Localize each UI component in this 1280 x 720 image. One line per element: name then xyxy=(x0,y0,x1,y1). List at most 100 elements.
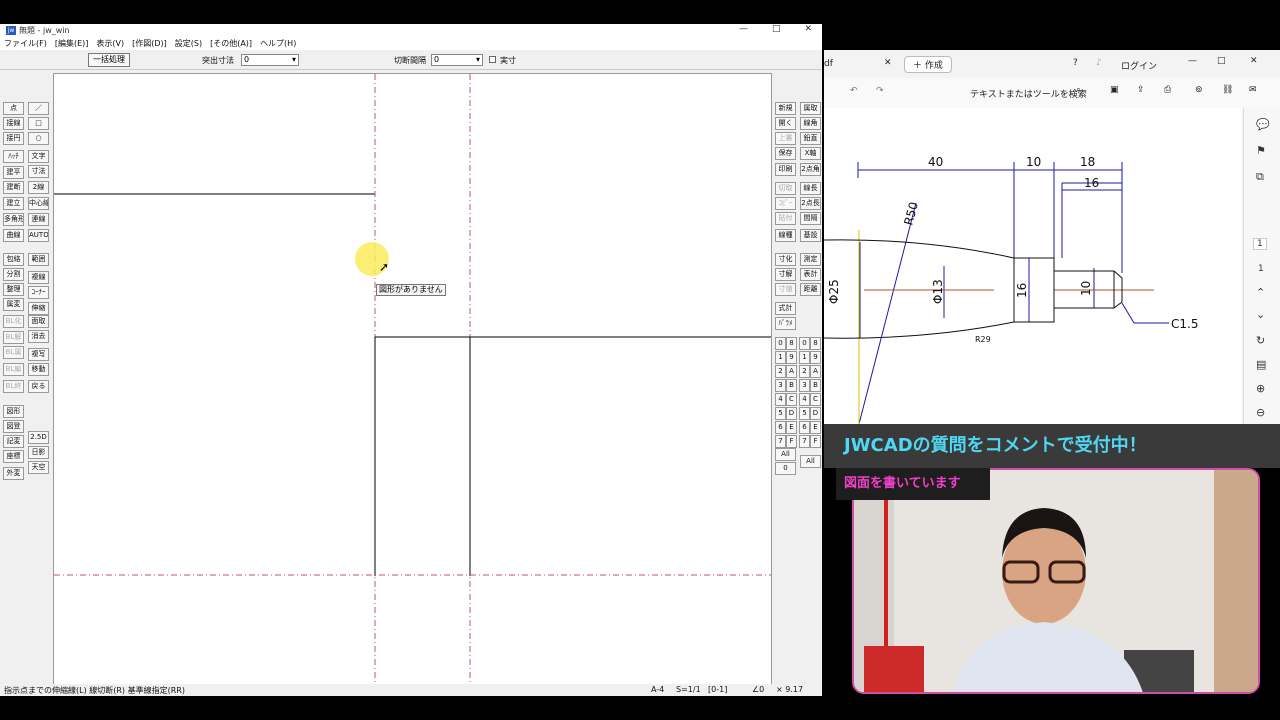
left-tool-15[interactable]: BL属 xyxy=(3,346,24,359)
layer-group-all[interactable]: All xyxy=(775,448,796,461)
layer-group-10[interactable]: A xyxy=(786,365,797,378)
minimize-icon[interactable]: — xyxy=(1188,56,1197,66)
layer-all[interactable]: All xyxy=(800,455,821,468)
close-icon[interactable]: ✕ xyxy=(1250,56,1258,66)
right-tool-b-4[interactable]: 2点角 xyxy=(800,163,821,176)
left-tool-b-2[interactable]: ○ xyxy=(28,132,49,145)
left-tool-8[interactable]: 曲線 xyxy=(3,229,24,242)
right-tool-b-5[interactable]: 線長 xyxy=(800,182,821,195)
left-tool-17[interactable]: BL終 xyxy=(3,380,24,393)
zoom-out-icon[interactable]: ⊖ xyxy=(1256,406,1265,419)
copy-icon[interactable]: ⧉ xyxy=(1256,170,1264,184)
layer-group-6[interactable]: 6 xyxy=(775,421,786,434)
layer-13[interactable]: E xyxy=(810,421,821,434)
cut-interval-select[interactable]: 0 xyxy=(431,54,483,66)
layer-group-11[interactable]: B xyxy=(786,379,797,392)
left-tool-11[interactable]: 整理 xyxy=(3,283,24,296)
layer-group-15[interactable]: F xyxy=(786,435,797,448)
layer-group-14[interactable]: E xyxy=(786,421,797,434)
layer-2[interactable]: 1 xyxy=(799,351,810,364)
left-tool-2[interactable]: 接円 xyxy=(3,132,24,145)
left-tool-3[interactable]: ﾊｯﾁ xyxy=(3,150,24,163)
left-tool-b-15[interactable]: 複写 xyxy=(28,348,49,361)
layer-group-3[interactable]: 3 xyxy=(775,379,786,392)
layer-group-0[interactable]: 0 xyxy=(775,337,786,350)
right-tool-4[interactable]: 印刷 xyxy=(775,163,796,176)
right-tool-0[interactable]: 新規 xyxy=(775,102,796,115)
menu-draw[interactable]: [作図(D)] xyxy=(132,38,167,49)
print-icon[interactable]: ⎙ xyxy=(1164,85,1171,95)
zoom-in-icon[interactable]: ⊕ xyxy=(1256,382,1265,395)
status-scale[interactable]: S=1/1 xyxy=(676,685,701,694)
left-tool-0[interactable]: 点 xyxy=(3,102,24,115)
left-tool-b-7[interactable]: 連線 xyxy=(28,213,49,226)
left-tool-b-3[interactable]: 文字 xyxy=(28,150,49,163)
batch-process-button[interactable]: 一括処理 xyxy=(88,53,130,67)
menu-settings[interactable]: 設定(S) xyxy=(175,38,202,49)
right-tool-b-3[interactable]: X軸 xyxy=(800,147,821,160)
layer-11[interactable]: D xyxy=(810,407,821,420)
right-tool-b-9[interactable]: 測定 xyxy=(800,253,821,266)
left-tool-b-8[interactable]: AUTO xyxy=(28,229,49,242)
left-tool-b-6[interactable]: 中心線 xyxy=(28,197,49,210)
right-tool-11[interactable]: 寸値 xyxy=(775,283,796,296)
bookmark-icon[interactable]: ⚑ xyxy=(1256,144,1266,157)
menu-edit[interactable]: [編集(E)] xyxy=(55,38,89,49)
comment-icon[interactable]: 💬 xyxy=(1256,118,1270,131)
layer-6[interactable]: 3 xyxy=(799,379,810,392)
layer-7[interactable]: B xyxy=(810,379,821,392)
left-tool-b-5[interactable]: 2線 xyxy=(28,181,49,194)
right-tool-5[interactable]: 切取 xyxy=(775,182,796,195)
left-tool-b-21[interactable]: 天空 xyxy=(28,461,49,474)
layer-10[interactable]: 5 xyxy=(799,407,810,420)
left-tool-4[interactable]: 建平 xyxy=(3,166,24,179)
left-tool-13[interactable]: BL化 xyxy=(3,315,24,328)
layer-4[interactable]: 2 xyxy=(799,365,810,378)
left-tool-19[interactable]: 図登 xyxy=(3,420,24,433)
left-tool-5[interactable]: 建断 xyxy=(3,181,24,194)
left-tool-b-12[interactable]: 伸縮 xyxy=(28,302,49,315)
undo-icon[interactable]: ↶ xyxy=(850,86,858,96)
layer-5[interactable]: A xyxy=(810,365,821,378)
left-tool-b-20[interactable]: 日影 xyxy=(28,446,49,459)
left-tool-1[interactable]: 接線 xyxy=(3,117,24,130)
layer-group-4[interactable]: 4 xyxy=(775,393,786,406)
left-tool-16[interactable]: BL編 xyxy=(3,363,24,376)
menu-file[interactable]: ファイル(F) xyxy=(4,38,47,49)
left-tool-22[interactable]: 外変 xyxy=(3,467,24,480)
menu-help[interactable]: ヘルプ(H) xyxy=(260,38,296,49)
layer-0[interactable]: 0 xyxy=(799,337,810,350)
menu-view[interactable]: 表示(V) xyxy=(96,38,124,49)
layer-group-1[interactable]: 1 xyxy=(775,351,786,364)
right-tool-3[interactable]: 保存 xyxy=(775,147,796,160)
left-tool-b-11[interactable]: ｺｰﾅｰ xyxy=(28,286,49,299)
left-tool-b-19[interactable]: 2.5D xyxy=(28,431,49,444)
status-zoom[interactable]: × 9.17 xyxy=(776,685,803,694)
right-tool-b-11[interactable]: 距離 xyxy=(800,283,821,296)
pdf-tab-title[interactable]: df xyxy=(824,59,833,69)
right-tool-b-6[interactable]: 2点長 xyxy=(800,197,821,210)
left-tool-21[interactable]: 座標 xyxy=(3,450,24,463)
search-icon[interactable]: ⌕ xyxy=(1076,85,1081,95)
new-tab-button[interactable]: ＋ 作成 xyxy=(904,56,952,73)
right-tool-7[interactable]: 貼付 xyxy=(775,212,796,225)
layer-group-7[interactable]: 7 xyxy=(775,435,786,448)
page-up-icon[interactable]: ⌃ xyxy=(1256,286,1265,299)
layer-9[interactable]: C xyxy=(810,393,821,406)
right-tool-b-0[interactable]: 属取 xyxy=(800,102,821,115)
right-tool-b-1[interactable]: 線角 xyxy=(800,117,821,130)
status-layer[interactable]: [0-1] xyxy=(708,685,727,694)
layer-group-13[interactable]: D xyxy=(786,407,797,420)
right-tool-b-10[interactable]: 表計 xyxy=(800,268,821,281)
layer-12[interactable]: 6 xyxy=(799,421,810,434)
search-field[interactable]: テキストまたはツールを検索 xyxy=(970,87,1087,100)
layer-1[interactable]: 8 xyxy=(810,337,821,350)
left-tool-b-1[interactable]: □ xyxy=(28,117,49,130)
right-tool-13[interactable]: 式計 xyxy=(775,302,796,315)
left-tool-b-17[interactable]: 戻る xyxy=(28,380,49,393)
status-paper[interactable]: A-4 xyxy=(651,685,664,694)
tab-close-icon[interactable]: ✕ xyxy=(884,58,892,68)
layer-3[interactable]: 9 xyxy=(810,351,821,364)
share-icon[interactable]: ⊚ xyxy=(1195,85,1203,95)
minimize-button[interactable]: — xyxy=(739,24,748,34)
